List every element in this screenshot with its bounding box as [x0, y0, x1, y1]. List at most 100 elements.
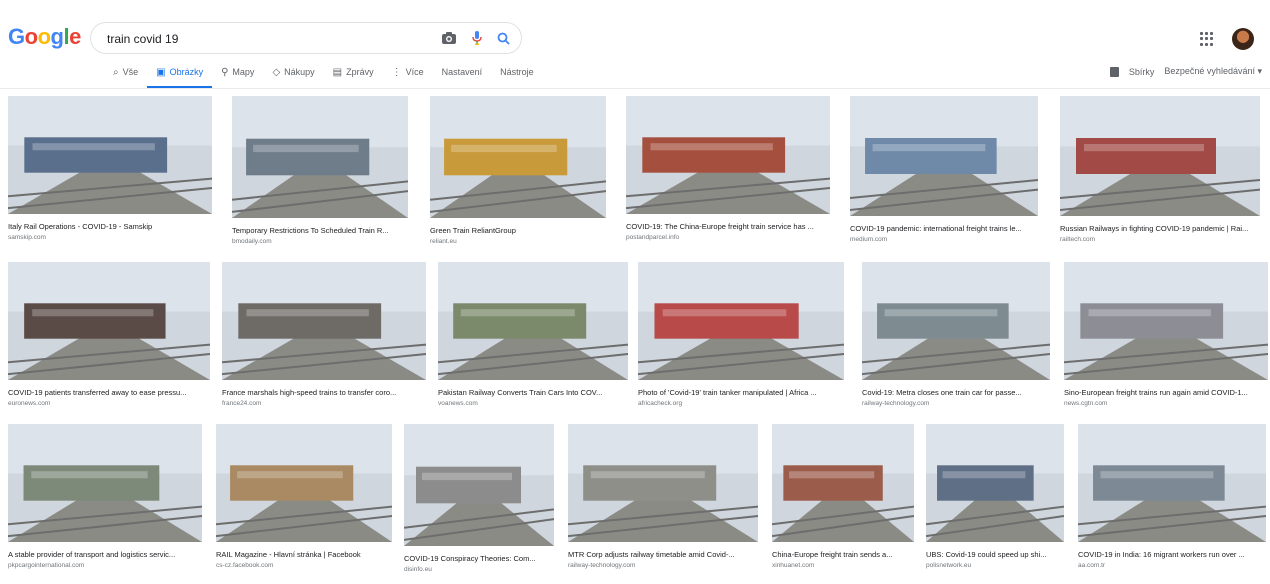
image-result[interactable]: COVID-19 patients transferred away to ea…	[8, 262, 210, 418]
result-caption[interactable]: COVID-19 in India: 16 migrant workers ru…	[1078, 550, 1266, 559]
result-thumbnail[interactable]	[850, 96, 1038, 216]
result-source[interactable]: railway-technology.com	[862, 400, 929, 407]
result-source[interactable]: samskip.com	[8, 234, 46, 241]
result-thumbnail[interactable]	[862, 262, 1050, 380]
tab-label: Více	[405, 67, 424, 77]
result-thumbnail[interactable]	[638, 262, 844, 380]
result-thumbnail[interactable]	[222, 262, 426, 380]
result-thumbnail[interactable]	[1078, 424, 1266, 542]
image-result[interactable]: COVID-19: The China-Europe freight train…	[626, 96, 830, 252]
tab-label: Nastavení	[441, 67, 483, 77]
result-source[interactable]: pkpcargointernational.com	[8, 562, 84, 569]
result-source[interactable]: postandparcel.info	[626, 234, 679, 241]
result-caption[interactable]: A stable provider of transport and logis…	[8, 550, 202, 559]
result-caption[interactable]: China-Europe freight train sends a...	[772, 550, 914, 559]
tab-7[interactable]: Nástroje	[491, 66, 543, 86]
result-source[interactable]: france24.com	[222, 400, 261, 407]
result-source[interactable]: xinhuanet.com	[772, 562, 814, 569]
result-thumbnail[interactable]	[772, 424, 914, 542]
result-caption[interactable]: COVID-19: The China-Europe freight train…	[626, 222, 830, 231]
camera-icon[interactable]	[441, 30, 457, 46]
safe-search-link[interactable]: Bezpečné vyhledávání ▾	[1164, 66, 1262, 77]
image-result[interactable]: RAIL Magazine - Hlavní stránka | Faceboo…	[216, 424, 392, 580]
tab-label: Nástroje	[500, 67, 534, 77]
result-caption[interactable]: Pakistan Railway Converts Train Cars Int…	[438, 388, 628, 397]
tab-0[interactable]: ⌕ Vše	[104, 66, 147, 86]
result-thumbnail[interactable]	[926, 424, 1064, 542]
result-caption[interactable]: France marshals high-speed trains to tra…	[222, 388, 426, 397]
result-caption[interactable]: Sino-European freight trains run again a…	[1064, 388, 1268, 397]
result-caption[interactable]: COVID-19 Conspiracy Theories: Com...	[404, 554, 554, 563]
result-thumbnail[interactable]	[8, 96, 212, 214]
result-caption[interactable]: Russian Railways in fighting COVID-19 pa…	[1060, 224, 1260, 233]
tab-1[interactable]: ▣ Obrázky	[147, 66, 213, 88]
google-logo[interactable]: Google	[8, 24, 81, 50]
image-result[interactable]: COVID-19 in India: 16 migrant workers ru…	[1078, 424, 1266, 580]
tab-2[interactable]: ⚲ Mapy	[212, 66, 263, 86]
result-caption[interactable]: COVID-19 patients transferred away to ea…	[8, 388, 210, 397]
result-thumbnail[interactable]	[438, 262, 628, 380]
tab-3[interactable]: ◇ Nákupy	[263, 66, 323, 86]
search-icon[interactable]	[495, 30, 511, 46]
result-caption[interactable]: RAIL Magazine - Hlavní stránka | Faceboo…	[216, 550, 392, 559]
result-caption[interactable]: MTR Corp adjusts railway timetable amid …	[568, 550, 758, 559]
tab-6[interactable]: Nastavení	[433, 66, 492, 86]
image-result[interactable]: UBS: Covid-19 could speed up shi... polis…	[926, 424, 1064, 580]
image-result[interactable]: MTR Corp adjusts railway timetable amid …	[568, 424, 758, 580]
image-result[interactable]: Temporary Restrictions To Scheduled Trai…	[232, 96, 408, 256]
image-result[interactable]: China-Europe freight train sends a... xin…	[772, 424, 914, 580]
result-thumbnail[interactable]	[232, 96, 408, 218]
tools-right: Sbírky Bezpečné vyhledávání ▾	[1109, 66, 1262, 77]
search-box[interactable]	[90, 22, 522, 54]
result-source[interactable]: reliant.eu	[430, 238, 457, 245]
result-thumbnail[interactable]	[216, 424, 392, 542]
result-source[interactable]: aa.com.tr	[1078, 562, 1105, 569]
result-thumbnail[interactable]	[430, 96, 606, 218]
image-result[interactable]: Italy Rail Operations - COVID-19 - Samsk…	[8, 96, 212, 252]
image-result[interactable]: Photo of 'Covid-19' train tanker manipul…	[638, 262, 844, 418]
result-source[interactable]: bmodaily.com	[232, 238, 272, 245]
result-source[interactable]: polisnetwork.eu	[926, 562, 971, 569]
image-result[interactable]: A stable provider of transport and logis…	[8, 424, 202, 580]
tab-label: Nákupy	[284, 67, 315, 77]
result-thumbnail[interactable]	[568, 424, 758, 542]
result-caption[interactable]: Covid-19: Metra closes one train car for…	[862, 388, 1050, 397]
result-source[interactable]: news.cgtn.com	[1064, 400, 1107, 407]
image-result[interactable]: France marshals high-speed trains to tra…	[222, 262, 426, 418]
result-thumbnail[interactable]	[626, 96, 830, 214]
google-apps-icon[interactable]	[1200, 32, 1214, 46]
header-divider	[0, 88, 1270, 89]
collections-icon[interactable]	[1109, 66, 1119, 77]
image-result[interactable]: Pakistan Railway Converts Train Cars Int…	[438, 262, 628, 418]
result-source[interactable]: medium.com	[850, 236, 887, 243]
result-caption[interactable]: COVID-19 pandemic: international freight…	[850, 224, 1038, 233]
image-result[interactable]: Sino-European freight trains run again a…	[1064, 262, 1268, 418]
result-source[interactable]: africacheck.org	[638, 400, 682, 407]
result-thumbnail[interactable]	[1060, 96, 1260, 216]
result-caption[interactable]: Italy Rail Operations - COVID-19 - Samsk…	[8, 222, 212, 231]
result-thumbnail[interactable]	[1064, 262, 1268, 380]
result-thumbnail[interactable]	[404, 424, 554, 546]
result-thumbnail[interactable]	[8, 424, 202, 542]
microphone-icon[interactable]	[469, 30, 485, 46]
result-source[interactable]: euronews.com	[8, 400, 50, 407]
result-caption[interactable]: Temporary Restrictions To Scheduled Trai…	[232, 226, 408, 235]
result-thumbnail[interactable]	[8, 262, 210, 380]
image-result[interactable]: COVID-19 Conspiracy Theories: Com... disi…	[404, 424, 554, 584]
result-source[interactable]: railtech.com	[1060, 236, 1095, 243]
collections-link[interactable]: Sbírky	[1129, 67, 1155, 77]
tab-5[interactable]: ⋮ Více	[383, 66, 433, 86]
image-result[interactable]: COVID-19 pandemic: international freight…	[850, 96, 1038, 254]
result-caption[interactable]: Green Train ReliantGroup	[430, 226, 606, 235]
result-source[interactable]: railway-technology.com	[568, 562, 635, 569]
result-source[interactable]: cs-cz.facebook.com	[216, 562, 273, 569]
search-input[interactable]	[105, 29, 429, 49]
tab-4[interactable]: ▤ Zprávy	[324, 66, 383, 86]
image-result[interactable]: Russian Railways in fighting COVID-19 pa…	[1060, 96, 1260, 254]
result-caption[interactable]: Photo of 'Covid-19' train tanker manipul…	[638, 388, 844, 397]
avatar[interactable]	[1232, 28, 1254, 50]
result-source[interactable]: voanews.com	[438, 400, 478, 407]
image-result[interactable]: Green Train ReliantGroup reliant.eu	[430, 96, 606, 256]
image-result[interactable]: Covid-19: Metra closes one train car for…	[862, 262, 1050, 418]
result-caption[interactable]: UBS: Covid-19 could speed up shi...	[926, 550, 1064, 559]
